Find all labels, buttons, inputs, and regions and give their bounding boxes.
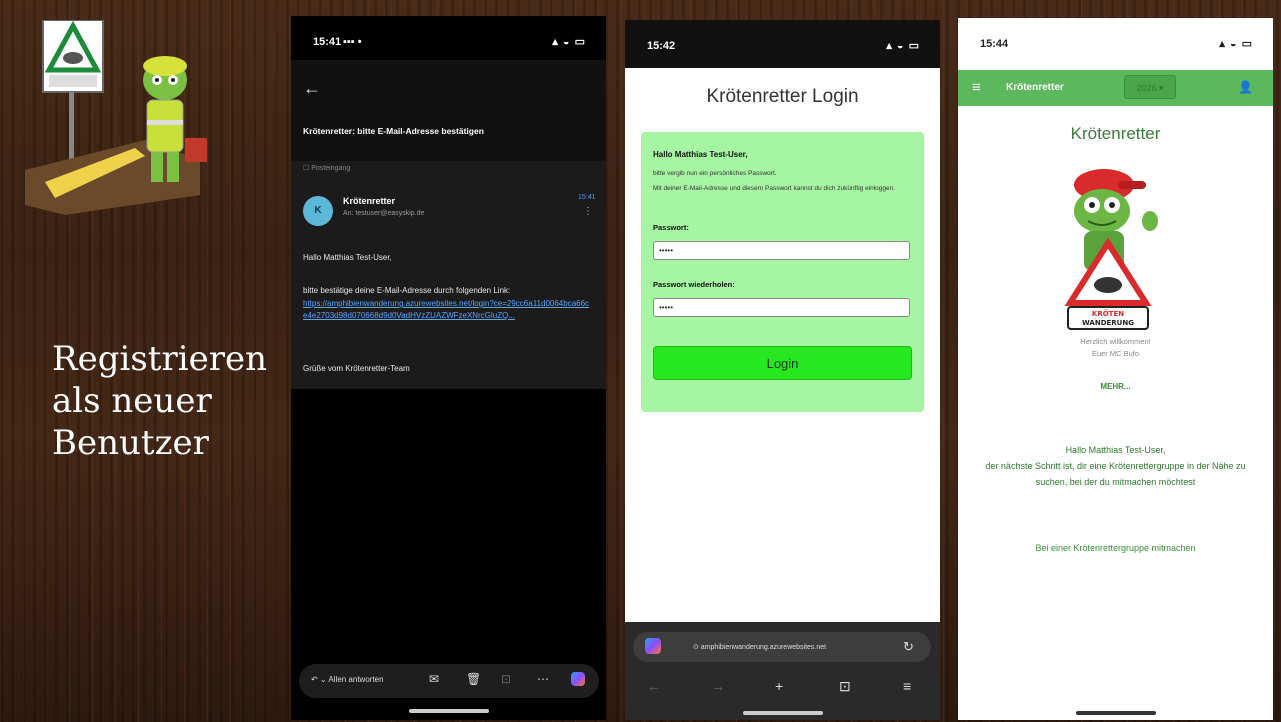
menu-icon[interactable]: ≡ [903, 678, 911, 694]
signal-wifi-battery-icon: ▴ ◒ ▭ [552, 36, 586, 48]
hamburger-menu-icon[interactable]: ≡ [972, 79, 981, 96]
copilot-icon[interactable] [571, 672, 585, 686]
inbox-label[interactable]: ☐ Posteingang [303, 164, 350, 172]
password-label: Passwort: [653, 223, 689, 232]
confirm-link[interactable]: https://amphibienwanderung.azurewebsites… [303, 298, 593, 322]
app-title[interactable]: Krötenretter [1006, 82, 1064, 93]
status-time: 15:42 [647, 40, 676, 52]
status-bar: 15:42 ▴ ◒ ▭ [625, 20, 940, 68]
status-bar: 15:44 ▴ ◒ ▭ [958, 18, 1273, 62]
signal-wifi-battery-icon: ▴ ◒ ▭ [1219, 38, 1253, 50]
login-instruction: bitte vergib nun ein persönliches Passwo… [653, 170, 777, 177]
more-horizontal-icon[interactable]: ⋯ [537, 672, 549, 686]
sign-text-line-1: KRÖTEN [1092, 309, 1124, 318]
toad-mascot-image: KRÖTEN WANDERUNG [1064, 169, 1158, 330]
slide-title-line-3: Benutzer [52, 423, 209, 463]
user-icon[interactable]: 👤 [1238, 80, 1253, 94]
welcome-line-2: Euer MC Bufo [1091, 349, 1140, 358]
move-icon[interactable]: ⊡ [501, 672, 511, 686]
signal-wifi-battery-icon: ▴ ◒ ▭ [886, 40, 920, 52]
status-time: 15:41 [313, 36, 342, 48]
email-signoff: Grüße vom Krötenretter-Team [303, 364, 410, 373]
notification-icons: ▪▪▪ • [343, 36, 362, 48]
more-link[interactable]: MEHR... [958, 382, 1273, 391]
password-repeat-label: Passwort wiederholen: [653, 280, 735, 289]
login-button[interactable]: Login [653, 346, 912, 380]
email-confirm-text: bitte bestätige deine E-Mail-Adresse dur… [303, 286, 511, 295]
recipient-address: An: testuser@easyskip.de [343, 210, 425, 217]
welcome-text: Herzlich willkommen! Euer MC Bufo [958, 336, 1273, 360]
tabs-icon[interactable]: ⊡ [839, 678, 851, 695]
new-tab-icon[interactable]: + [775, 678, 783, 694]
forward-icon[interactable]: → [711, 678, 725, 694]
toad-crossing-logo [25, 20, 207, 215]
dashboard-phone-screen: 15:44 ▴ ◒ ▭ ≡ Krötenretter 2026 ▾ 👤 Kröt… [958, 18, 1273, 720]
home-indicator [409, 709, 489, 713]
welcome-line-1: Herzlich willkommen! [1080, 337, 1151, 346]
password-repeat-input[interactable]: ••••• [653, 298, 910, 317]
browser-logo-icon[interactable] [645, 638, 661, 654]
status-time: 15:44 [980, 38, 1009, 50]
more-vertical-icon[interactable]: ⋮ [583, 206, 593, 217]
next-step-text: Hallo Matthias Test-User, der nächste Sc… [972, 442, 1259, 490]
dashboard-title: Krötenretter [1070, 124, 1161, 143]
url-text[interactable]: ⊙ amphibienwanderung.azurewebsites.net [693, 643, 826, 651]
slide-title-line-1: Registrieren [52, 339, 267, 379]
slide-title: Registrieren als neuer Benutzer [52, 338, 282, 464]
back-icon[interactable]: ← [647, 678, 661, 694]
reply-all-label: Allen antworten [328, 675, 384, 684]
home-indicator [1076, 711, 1156, 715]
email-header [291, 60, 606, 172]
login-title: Krötenretter Login [706, 86, 859, 107]
password-input[interactable]: ••••• [653, 241, 910, 260]
sender-avatar: K [303, 196, 333, 226]
email-body-panel [291, 161, 606, 389]
mail-time: 15:41 [578, 194, 596, 201]
status-bar: 15:41 ▪▪▪ • ▴ ◒ ▭ [291, 16, 606, 60]
mark-unread-icon[interactable]: ✉ [429, 672, 439, 686]
login-explanation: Mit deiner E-Mail-Adresse und diesem Pas… [653, 185, 896, 192]
login-greeting: Hallo Matthias Test-User, [653, 150, 748, 159]
next-step-instruction: der nächste Schritt ist, dir eine Kröten… [985, 461, 1246, 487]
email-subject: Krötenretter: bitte E-Mail-Adresse bestä… [303, 126, 484, 136]
sign-text-line-2: WANDERUNG [1082, 319, 1134, 327]
back-arrow-icon[interactable]: ← [303, 78, 321, 99]
email-phone-screen: 15:41 ▪▪▪ • ▴ ◒ ▭ ← Krötenretter: bitte … [291, 16, 606, 720]
sender-name: Krötenretter [343, 196, 396, 206]
login-phone-screen: 15:42 ▴ ◒ ▭ Krötenretter Login Hallo Mat… [625, 20, 940, 720]
trash-icon[interactable]: 🗑 [466, 672, 481, 686]
next-step-greeting: Hallo Matthias Test-User, [1065, 445, 1166, 455]
reply-all-button[interactable]: ↶ ⌄ Allen antworten [311, 675, 384, 684]
join-group-link[interactable]: Bei einer Krötenrettergruppe mitmachen [958, 543, 1273, 553]
email-greeting: Hallo Matthias Test-User, [303, 253, 392, 262]
year-select[interactable]: 2026 ▾ [1124, 75, 1176, 99]
slide-title-line-2: als neuer [52, 381, 212, 421]
reload-icon[interactable]: ↻ [903, 639, 914, 655]
home-indicator [743, 711, 823, 715]
